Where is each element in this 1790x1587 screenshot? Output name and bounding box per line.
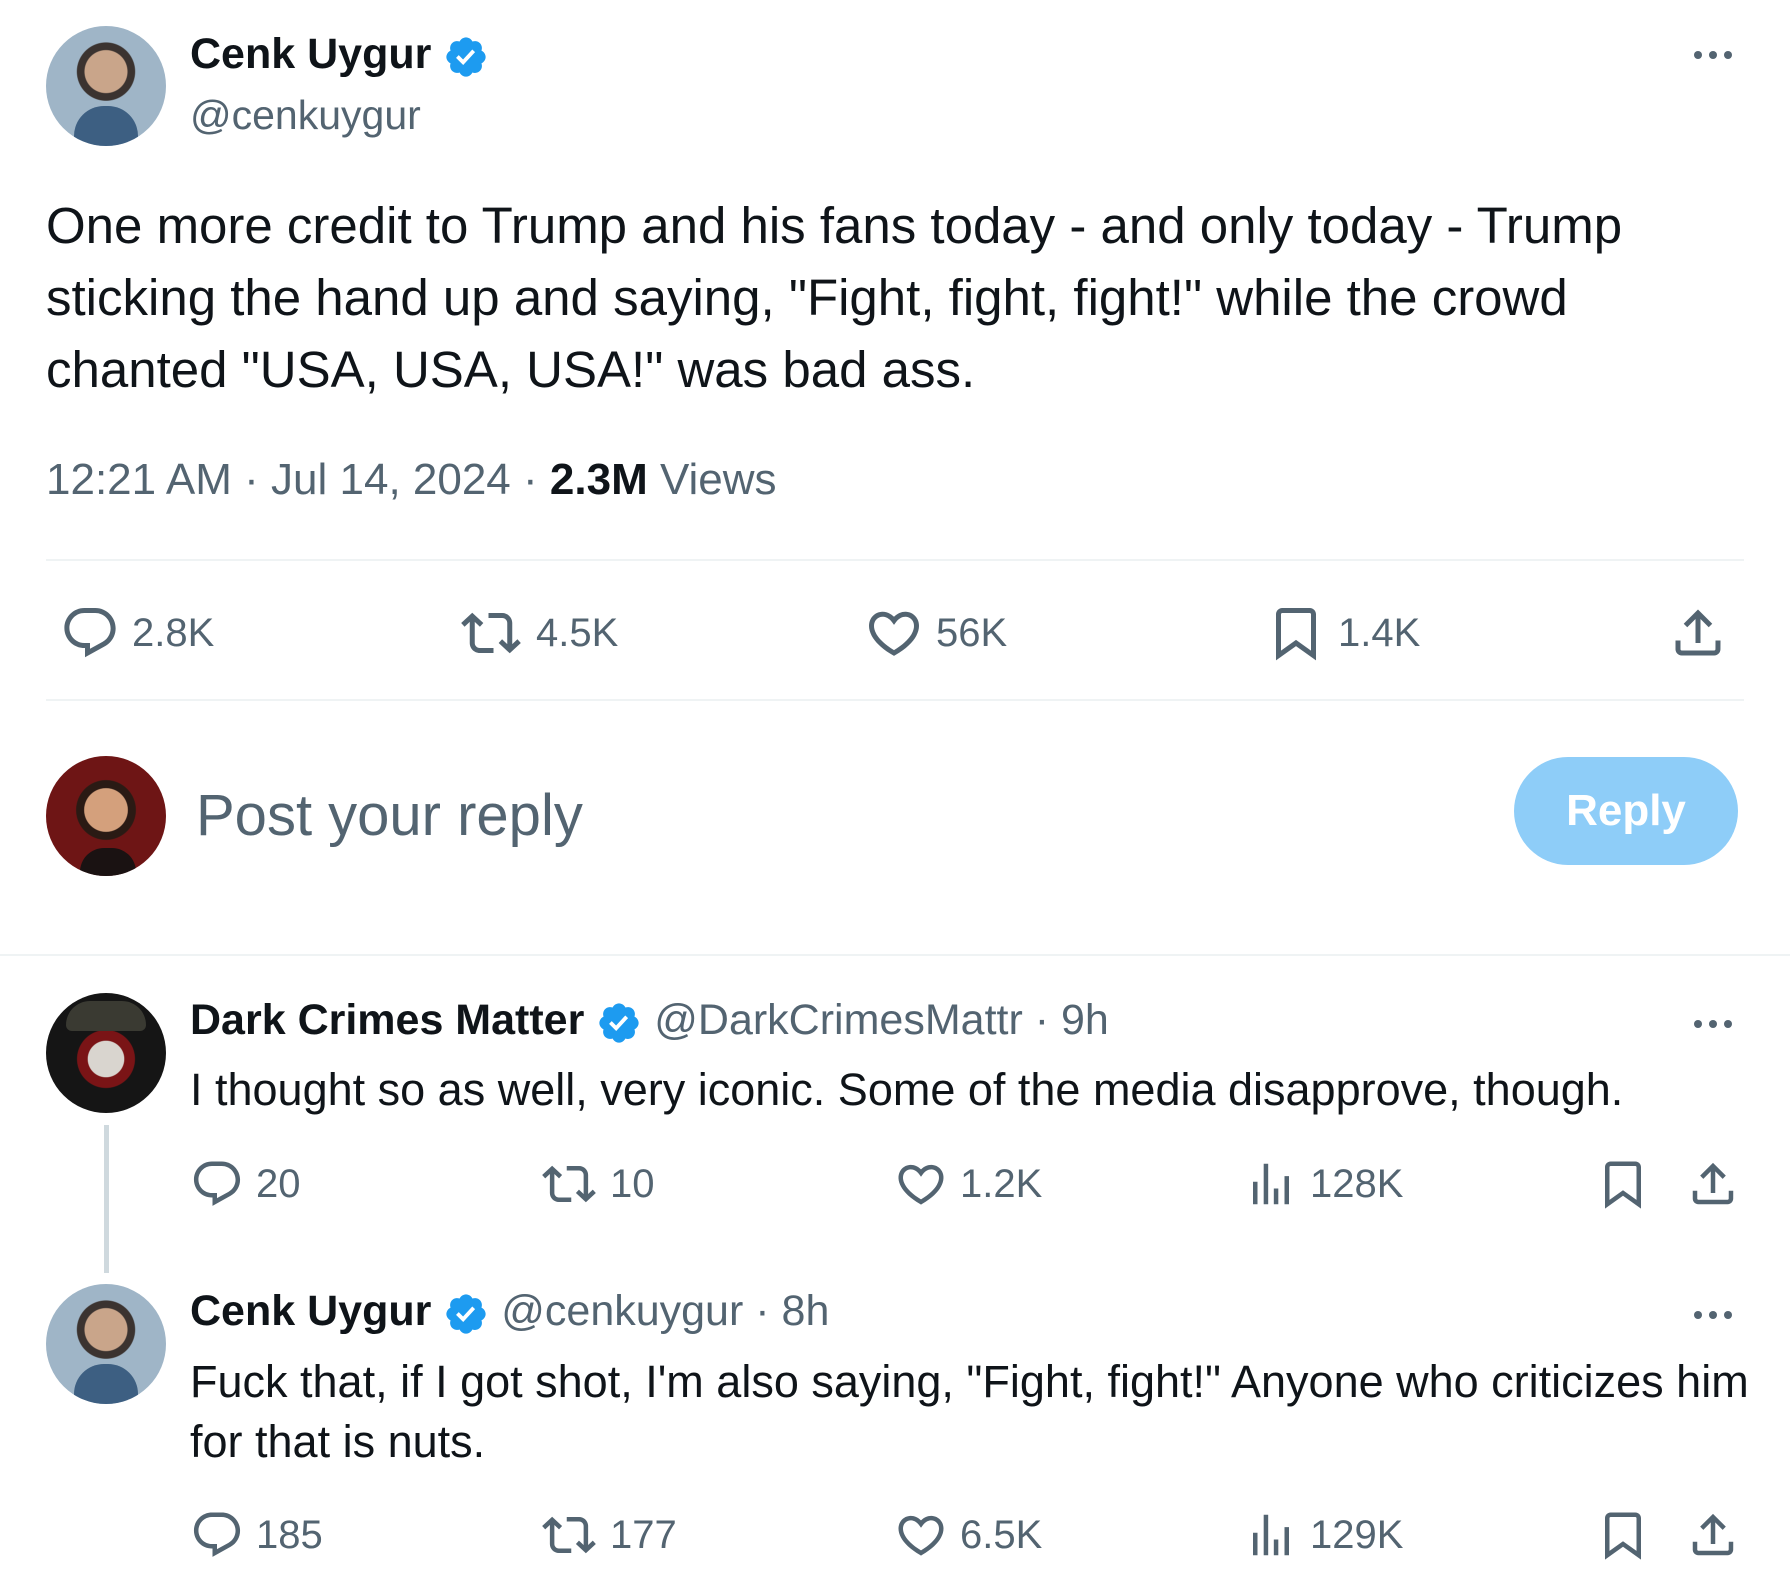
repost-icon	[458, 603, 524, 663]
reply-icon	[190, 1157, 244, 1211]
reply-count: 2.8K	[132, 610, 215, 655]
author-avatar[interactable]	[46, 26, 166, 146]
views-count: 128K	[1310, 1161, 1404, 1206]
meta-separator: ·	[523, 455, 538, 504]
meta-separator: ·	[1034, 996, 1050, 1044]
reply-text: I thought so as well, very iconic. Some …	[190, 1064, 1624, 1115]
share-icon	[1668, 603, 1728, 663]
thread-line	[104, 1125, 109, 1273]
author-name[interactable]: Cenk Uygur	[190, 30, 431, 78]
reply-count: 20	[256, 1161, 301, 1206]
like-icon	[894, 1157, 948, 1211]
reply-author-avatar[interactable]	[46, 993, 166, 1113]
like-button[interactable]: 56K	[864, 603, 1007, 663]
views-button[interactable]: 128K	[1244, 1157, 1403, 1211]
views-button[interactable]: 129K	[1244, 1508, 1403, 1562]
reply-button[interactable]: 2.8K	[60, 603, 214, 663]
share-button[interactable]	[1686, 1157, 1740, 1211]
tweet-text: One more credit to Trump and his fans to…	[46, 197, 1623, 398]
share-button[interactable]	[1668, 603, 1728, 663]
reply-author-name[interactable]: Cenk Uygur	[190, 1287, 431, 1335]
reply-author-avatar[interactable]	[46, 1284, 166, 1404]
reply-header: Dark Crimes Matter @DarkCrimesMattr · 9h	[190, 996, 1109, 1046]
bookmark-button[interactable]	[1596, 1157, 1650, 1211]
reply-header: Cenk Uygur @cenkuygur · 8h	[190, 1287, 829, 1337]
repost-button[interactable]: 177	[540, 1508, 677, 1562]
reply-text: Fuck that, if I got shot, I'm also sayin…	[190, 1356, 1749, 1467]
bookmark-count: 1.4K	[1338, 610, 1421, 655]
verified-badge-icon	[596, 1000, 642, 1046]
verified-badge-icon	[443, 1291, 489, 1337]
reply-submit-button[interactable]: Reply	[1514, 757, 1738, 865]
like-button[interactable]: 1.2K	[894, 1157, 1042, 1211]
like-count: 6.5K	[960, 1512, 1043, 1557]
more-options-icon[interactable]	[1694, 1311, 1732, 1319]
author-name-row[interactable]: Cenk Uygur	[190, 30, 489, 80]
like-icon	[864, 603, 924, 663]
share-icon	[1686, 1157, 1740, 1211]
like-button[interactable]: 6.5K	[894, 1508, 1042, 1562]
tweet-meta: 12:21 AM · Jul 14, 2024 · 2.3M Views	[46, 455, 777, 505]
reply-icon	[190, 1508, 244, 1562]
views-count: 129K	[1310, 1512, 1404, 1557]
reply-count: 185	[256, 1512, 323, 1557]
reply-author-name[interactable]: Dark Crimes Matter	[190, 996, 584, 1044]
views-icon	[1244, 1508, 1298, 1562]
repost-button[interactable]: 10	[540, 1157, 655, 1211]
author-handle[interactable]: @cenkuygur	[190, 92, 421, 139]
more-options-icon[interactable]	[1694, 51, 1732, 59]
meta-separator: ·	[755, 1287, 770, 1335]
bookmark-icon	[1266, 603, 1326, 663]
repost-count: 177	[610, 1512, 677, 1557]
reply-button[interactable]: 20	[190, 1157, 301, 1211]
repost-button[interactable]: 4.5K	[458, 603, 618, 663]
views-icon	[1244, 1157, 1298, 1211]
bookmark-icon	[1596, 1508, 1650, 1562]
more-options-icon[interactable]	[1694, 1020, 1732, 1028]
reply-author-handle[interactable]: @DarkCrimesMattr	[654, 996, 1023, 1044]
meta-separator: ·	[244, 455, 259, 504]
like-count: 1.2K	[960, 1161, 1043, 1206]
bookmark-button[interactable]: 1.4K	[1266, 603, 1420, 663]
verified-badge-icon	[443, 34, 489, 80]
share-button[interactable]	[1686, 1508, 1740, 1562]
divider	[0, 954, 1790, 956]
repost-count: 10	[610, 1161, 655, 1206]
reply-button[interactable]: 185	[190, 1508, 323, 1562]
bookmark-icon	[1596, 1157, 1650, 1211]
reply-input[interactable]: Post your reply	[196, 782, 583, 849]
views-count: 2.3M	[549, 455, 648, 504]
current-user-avatar[interactable]	[46, 756, 166, 876]
repost-icon	[540, 1157, 598, 1211]
like-icon	[894, 1508, 948, 1562]
share-icon	[1686, 1508, 1740, 1562]
reply-time[interactable]: 9h	[1061, 996, 1109, 1044]
like-count: 56K	[936, 610, 1008, 655]
repost-icon	[540, 1508, 598, 1562]
repost-count: 4.5K	[536, 610, 619, 655]
reply-time[interactable]: 8h	[782, 1287, 830, 1335]
reply-icon	[60, 603, 120, 663]
tweet-date[interactable]: Jul 14, 2024	[271, 455, 511, 504]
tweet-time[interactable]: 12:21 AM	[46, 455, 232, 504]
divider	[46, 699, 1744, 701]
reply-author-handle[interactable]: @cenkuygur	[501, 1287, 743, 1335]
bookmark-button[interactable]	[1596, 1508, 1650, 1562]
divider	[46, 559, 1744, 561]
views-label: Views	[659, 455, 777, 504]
